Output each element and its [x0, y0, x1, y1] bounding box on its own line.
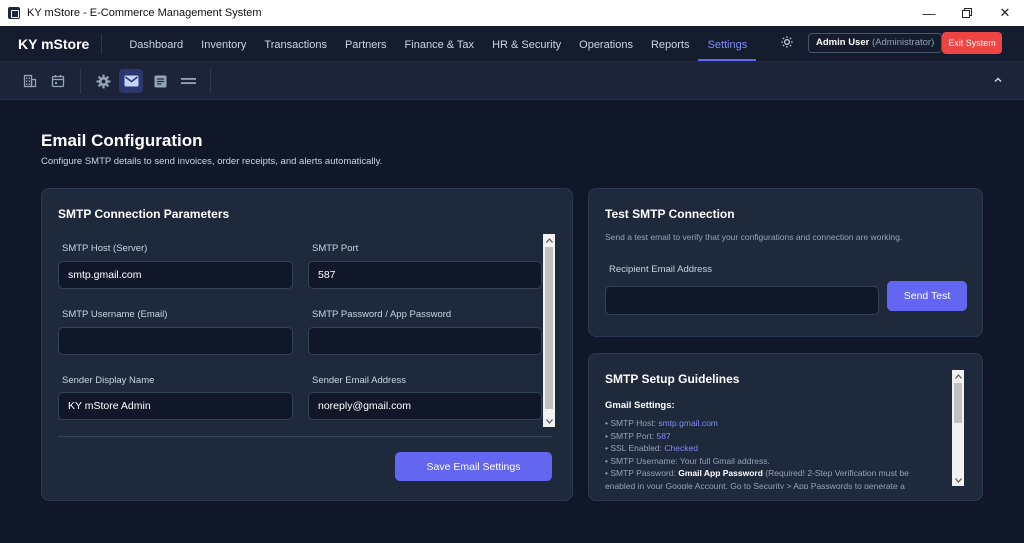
guide-port-line: • SMTP Port: 587 — [605, 430, 671, 441]
scroll-up-icon[interactable] — [543, 234, 555, 246]
user-role: (Administrator) — [871, 37, 935, 48]
chevron-up-icon[interactable] — [992, 74, 1004, 86]
guide-password-cont: enabled in your Google Account. Go to Se… — [605, 480, 905, 489]
nav-item-finance-tax[interactable]: Finance & Tax — [396, 26, 484, 62]
form-divider — [58, 436, 553, 437]
card-title: SMTP Connection Parameters — [58, 207, 230, 221]
card-title: Test SMTP Connection — [605, 207, 735, 221]
test-description: Send a test email to verify that your co… — [605, 232, 903, 242]
smtp-parameters-card: SMTP Connection Parameters SMTP Host (Se… — [41, 188, 573, 501]
smtp-password-input[interactable] — [308, 327, 542, 355]
user-name: Admin User — [816, 37, 870, 48]
menu-icon[interactable] — [176, 69, 200, 93]
test-smtp-card: Test SMTP Connection Send a test email t… — [588, 188, 983, 337]
nav-item-dashboard[interactable]: Dashboard — [120, 26, 192, 62]
exit-system-button[interactable]: Exit System — [942, 32, 1002, 54]
gear-icon[interactable] — [91, 69, 115, 93]
top-navigation: KY mStore Dashboard Inventory Transactio… — [0, 26, 1024, 62]
smtp-username-label: SMTP Username (Email) — [62, 309, 168, 320]
nav-item-operations[interactable]: Operations — [570, 26, 642, 62]
minimize-icon[interactable]: — — [910, 0, 948, 26]
nav-item-reports[interactable]: Reports — [642, 26, 699, 62]
recipient-email-label: Recipient Email Address — [609, 264, 712, 275]
smtp-password-label: SMTP Password / App Password — [312, 309, 452, 320]
document-icon[interactable] — [148, 69, 172, 93]
smtp-username-input[interactable] — [58, 327, 293, 355]
form-scrollbar[interactable] — [543, 234, 555, 427]
guide-host-line: • SMTP Host: smtp.gmail.com — [605, 418, 718, 428]
guide-username-line: • SMTP Username: Your full Gmail address… — [605, 455, 770, 466]
page-subtitle: Configure SMTP details to send invoices,… — [41, 156, 383, 167]
nav-item-hr-security[interactable]: HR & Security — [483, 26, 570, 62]
smtp-guidelines-card: SMTP Setup Guidelines Gmail Settings: • … — [588, 353, 983, 501]
guidelines-scroll-area: Gmail Settings: • SMTP Host: smtp.gmail.… — [605, 354, 951, 489]
recipient-email-input[interactable] — [605, 286, 879, 315]
building-icon[interactable] — [18, 69, 42, 93]
guide-ssl-line: • SSL Enabled: Checked — [605, 443, 698, 454]
settings-toolbar — [0, 62, 1024, 100]
guidelines-text: • SMTP Host: smtp.gmail.com • SMTP Port:… — [605, 417, 951, 489]
theme-toggle-icon[interactable] — [781, 36, 793, 48]
smtp-host-input[interactable]: smtp.gmail.com — [58, 261, 293, 289]
scroll-thumb[interactable] — [954, 383, 962, 423]
nav-item-partners[interactable]: Partners — [336, 26, 396, 62]
brand-logo: KY mStore — [0, 33, 103, 54]
sender-email-label: Sender Email Address — [312, 375, 406, 386]
close-icon[interactable]: ✕ — [986, 0, 1024, 26]
host-value-link: smtp.gmail.com — [658, 418, 718, 428]
scroll-up-icon[interactable] — [952, 370, 964, 382]
send-test-button[interactable]: Send Test — [887, 281, 967, 311]
scroll-thumb[interactable] — [545, 247, 553, 409]
smtp-port-label: SMTP Port — [312, 243, 359, 254]
main-content: Email Configuration Configure SMTP detai… — [8, 100, 1016, 536]
toolbar-divider — [80, 68, 81, 94]
page-title: Email Configuration — [41, 131, 203, 150]
app-icon — [8, 7, 20, 19]
nav-menu: Dashboard Inventory Transactions Partner… — [120, 26, 756, 62]
calendar-icon[interactable] — [46, 69, 70, 93]
window-titlebar: KY mStore - E-Commerce Management System… — [0, 0, 1024, 26]
sender-email-input[interactable]: noreply@gmail.com — [308, 392, 542, 420]
nav-item-inventory[interactable]: Inventory — [192, 26, 255, 62]
toolbar-divider — [210, 68, 211, 94]
email-icon[interactable] — [119, 69, 143, 93]
user-badge[interactable]: Admin User (Administrator) — [808, 33, 943, 53]
scroll-down-icon[interactable] — [543, 415, 555, 427]
save-email-settings-button[interactable]: Save Email Settings — [395, 452, 552, 481]
scroll-down-icon[interactable] — [952, 474, 964, 486]
restore-icon[interactable] — [948, 0, 986, 26]
nav-item-settings[interactable]: Settings — [698, 26, 756, 62]
gmail-settings-heading: Gmail Settings: — [605, 400, 675, 411]
sender-name-label: Sender Display Name — [62, 375, 155, 386]
guidelines-scrollbar[interactable] — [952, 370, 964, 486]
window-title: KY mStore - E-Commerce Management System — [27, 7, 262, 19]
sender-name-input[interactable]: KY mStore Admin — [58, 392, 293, 420]
smtp-port-input[interactable]: 587 — [308, 261, 542, 289]
smtp-host-label: SMTP Host (Server) — [62, 243, 148, 254]
nav-item-transactions[interactable]: Transactions — [255, 26, 336, 62]
guide-password-line: • SMTP Password: Gmail App Password (Req… — [605, 468, 909, 479]
